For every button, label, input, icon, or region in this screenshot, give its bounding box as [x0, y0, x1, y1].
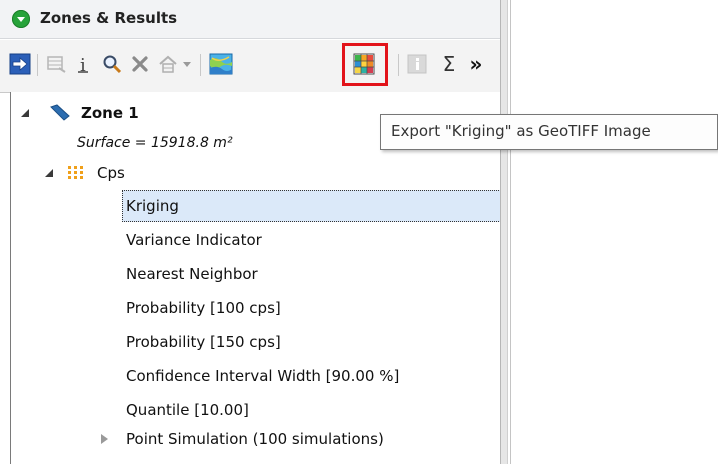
map-layer-icon[interactable]: [208, 52, 234, 76]
delete-x-icon[interactable]: [128, 52, 152, 76]
result-item-quantile[interactable]: Quantile [10.00]: [126, 395, 249, 425]
toolbar-separator: [37, 54, 38, 76]
result-item-variance-indicator[interactable]: Variance Indicator: [126, 225, 262, 255]
info-i-icon[interactable]: i: [72, 52, 96, 76]
tooltip: Export "Kriging" as GeoTIFF Image: [380, 114, 718, 150]
zones-results-panel: Zones & Results i Σ » Zone 1 Surface = 1…: [0, 0, 501, 464]
panel-title-bar: Zones & Results: [0, 0, 500, 39]
cps-label: Cps: [97, 164, 125, 182]
disabled-table-icon[interactable]: [44, 52, 68, 76]
dropdown-arrow-icon[interactable]: [180, 52, 194, 76]
expanded-arrow-icon[interactable]: [21, 109, 29, 117]
toolbar-separator: [398, 54, 399, 76]
sigma-icon[interactable]: Σ: [437, 52, 461, 76]
disabled-info-icon[interactable]: [405, 52, 429, 76]
tree-node-point-simulation[interactable]: Point Simulation (100 simulations): [101, 424, 384, 454]
disabled-house-icon[interactable]: [156, 52, 180, 76]
surface-value: Surface = 15918.8 m²: [77, 135, 233, 151]
magnifier-icon[interactable]: [100, 52, 124, 76]
tree-node-cps[interactable]: Cps: [45, 158, 125, 188]
tooltip-text: Export "Kriging" as GeoTIFF Image: [391, 122, 651, 140]
tree-node-zone[interactable]: Zone 1: [21, 98, 139, 128]
more-chevron-icon[interactable]: »: [464, 52, 488, 76]
result-item-probability-100[interactable]: Probability [100 cps]: [126, 293, 281, 323]
panel-border: [510, 0, 511, 464]
panel-title: Zones & Results: [40, 9, 178, 27]
result-item-nearest-neighbor[interactable]: Nearest Neighbor: [126, 259, 258, 289]
toolbar-separator: [200, 54, 201, 76]
zone-label: Zone 1: [81, 104, 139, 122]
result-item-confidence-interval[interactable]: Confidence Interval Width [90.00 %]: [126, 361, 399, 391]
toolbar: i Σ »: [0, 40, 500, 93]
points-icon: [67, 165, 85, 181]
point-simulation-label: Point Simulation (100 simulations): [126, 430, 384, 448]
panel-splitter[interactable]: [500, 0, 508, 464]
result-item-kriging[interactable]: Kriging: [126, 191, 179, 221]
expanded-arrow-icon[interactable]: [45, 169, 53, 177]
zone-polyline-icon: [49, 104, 71, 122]
collapsed-arrow-icon[interactable]: [101, 434, 108, 444]
export-arrow-icon[interactable]: [8, 52, 32, 76]
down-arrow-circle-icon[interactable]: [12, 10, 30, 28]
highlight-annotation: [342, 43, 388, 86]
result-item-probability-150[interactable]: Probability [150 cps]: [126, 327, 281, 357]
